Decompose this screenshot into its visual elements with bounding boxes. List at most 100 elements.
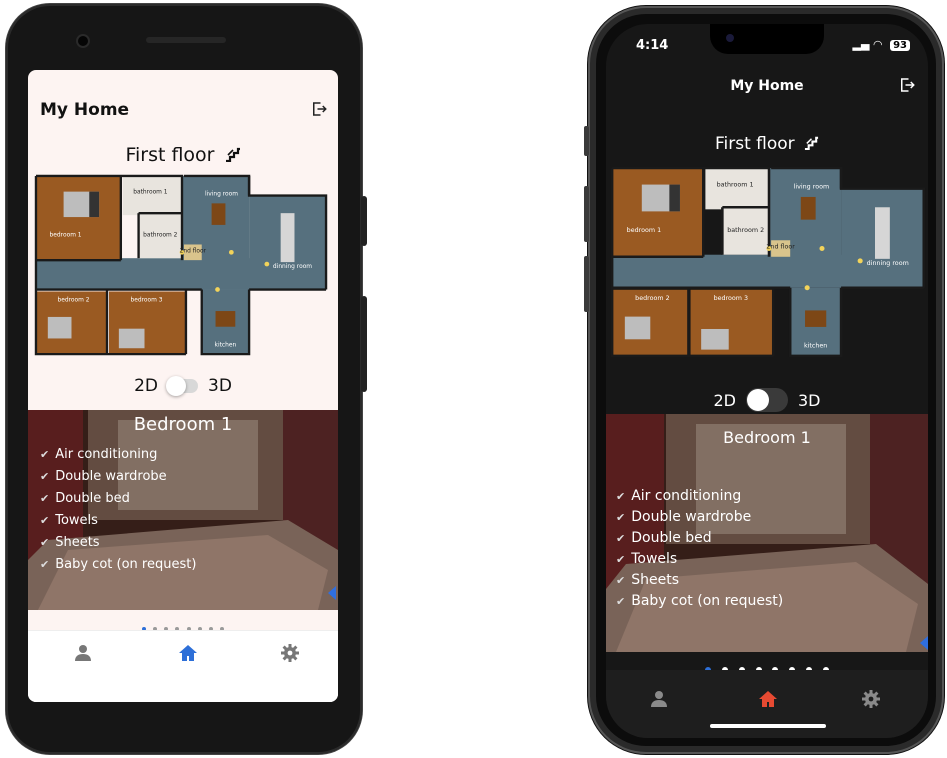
floor-selector[interactable]: First floor [606,134,928,154]
bedroom-1 [612,168,704,257]
light-fixture [857,258,863,264]
settings-nav-gear-icon[interactable] [862,690,880,708]
room-label: living room [794,184,830,191]
checkmark-icon: ✔ [616,490,626,503]
amenities-list: ✔ Air conditioning ✔ Double wardrobe ✔ Double… [616,486,783,612]
app-header: My Home [28,96,338,128]
android-screen: My Home First floor bedroom 1 bathroom 1b… [28,70,338,702]
carousel-prev-arrow-icon[interactable] [920,636,928,650]
amenity-item: ✔ Sheets [40,532,196,554]
amenity-label: Towels [631,551,678,567]
home-nav-icon[interactable] [178,643,198,663]
bed [118,328,145,349]
checkmark-icon: ✔ [616,553,626,566]
view-toggle-row: 2D 3D [28,376,338,402]
room-label: bedroom 3 [714,295,748,302]
checkmark-icon: ✔ [616,595,626,608]
room-label: bedroom 2 [57,297,89,303]
stairs-icon [225,147,240,163]
amenity-label: Double bed [631,530,712,546]
room-label: bathroom 1 [717,182,754,189]
bathroom-1 [705,168,769,210]
amenity-label: Baby cot (on request) [55,557,197,572]
mute-switch [584,126,589,156]
checkmark-icon: ✔ [40,514,50,527]
room-name: Bedroom 1 [723,428,811,447]
room-label: kitchen [804,343,827,350]
pager-dots [28,616,338,631]
kitchen-table [215,311,236,327]
room-label: kitchen [215,342,237,348]
signal-icon: ▂▄ [852,38,870,51]
status-time: 4:14 [636,38,669,53]
profile-nav-icon[interactable] [74,644,92,662]
amenity-item: ✔ Towels [616,549,783,570]
logout-icon[interactable] [898,76,916,94]
room-card[interactable]: Bedroom 1 ✔ Air conditioning ✔ Double wardr… [28,410,338,610]
android-phone-frame: My Home First floor bedroom 1 bathroom 1b… [6,4,367,754]
bed [47,316,72,339]
view-mode-switch[interactable] [166,376,198,396]
light-fixture [804,285,810,291]
floor-plan[interactable]: bedroom 1 bathroom 1 bathroom 2 living room… [34,174,330,360]
volume-button [361,196,367,246]
amenity-item: ✔ Double bed [40,488,196,510]
view-mode-switch[interactable] [746,388,788,412]
bed [701,328,729,350]
amenity-item: ✔ Air conditioning [40,444,196,466]
app-title: My Home [40,100,130,120]
notch [710,24,824,54]
app-title: My Home [730,78,804,94]
checkmark-icon: ✔ [40,492,50,505]
floor-label: First floor [125,144,215,166]
home-nav-icon[interactable] [758,689,778,709]
headboard [89,191,100,218]
light-fixture [264,261,270,267]
floor-plan[interactable]: bedroom 1 bathroom 1 bathroom 2 living room… [610,166,928,362]
checkmark-icon: ✔ [616,511,626,524]
amenity-item: ✔ Towels [40,510,196,532]
room-label: bedroom 1 [627,227,661,234]
room-label: bedroom 2 [635,295,669,302]
power-button [361,296,367,392]
carousel-prev-arrow-icon[interactable] [328,586,336,600]
toggle-2d-label: 2D [134,376,158,396]
room-label: bathroom 1 [133,190,168,196]
table [211,203,226,225]
iphone-frame: 4:14 ▂▄ ◠ 93 My Home First floor bedroom… [584,6,944,754]
profile-nav-icon[interactable] [650,690,668,708]
volume-down-button [584,256,589,312]
table [800,196,816,220]
floor-selector[interactable]: First floor [28,144,338,166]
headboard [669,184,680,212]
settings-nav-gear-icon[interactable] [281,644,299,662]
amenity-label: Double wardrobe [55,469,167,484]
volume-up-button [584,186,589,242]
room-label: living room [205,192,238,198]
bed [624,316,651,340]
amenity-label: Air conditioning [631,488,742,504]
amenities-list: ✔ Air conditioning ✔ Double wardrobe ✔ Double… [40,444,196,576]
amenity-label: Sheets [631,572,679,588]
amenity-item: ✔ Double wardrobe [40,466,196,488]
amenity-label: Double bed [55,491,130,506]
checkmark-icon: ✔ [40,536,50,549]
amenity-label: Sheets [55,535,100,550]
room-label: dinning room [867,260,909,267]
earpiece-speaker [146,37,226,43]
pager-dots [606,658,928,673]
amenity-label: Air conditioning [55,447,158,462]
room-card[interactable]: Bedroom 1 ✔ Air conditioning ✔ Double wardr… [606,414,928,652]
checkmark-icon: ✔ [616,574,626,587]
toggle-2d-label: 2D [713,390,737,410]
checkmark-icon: ✔ [40,470,50,483]
room-label: 2nd floor [766,244,795,251]
wifi-icon: ◠ [872,38,883,51]
room-name: Bedroom 1 [133,414,233,435]
status-icons: ▂▄ ◠ 93 [853,38,910,51]
logout-icon[interactable] [310,100,328,118]
amenity-item: ✔ Baby cot (on request) [616,591,783,612]
checkmark-icon: ✔ [616,532,626,545]
light-fixture [228,249,234,255]
stairs-icon [804,136,819,151]
